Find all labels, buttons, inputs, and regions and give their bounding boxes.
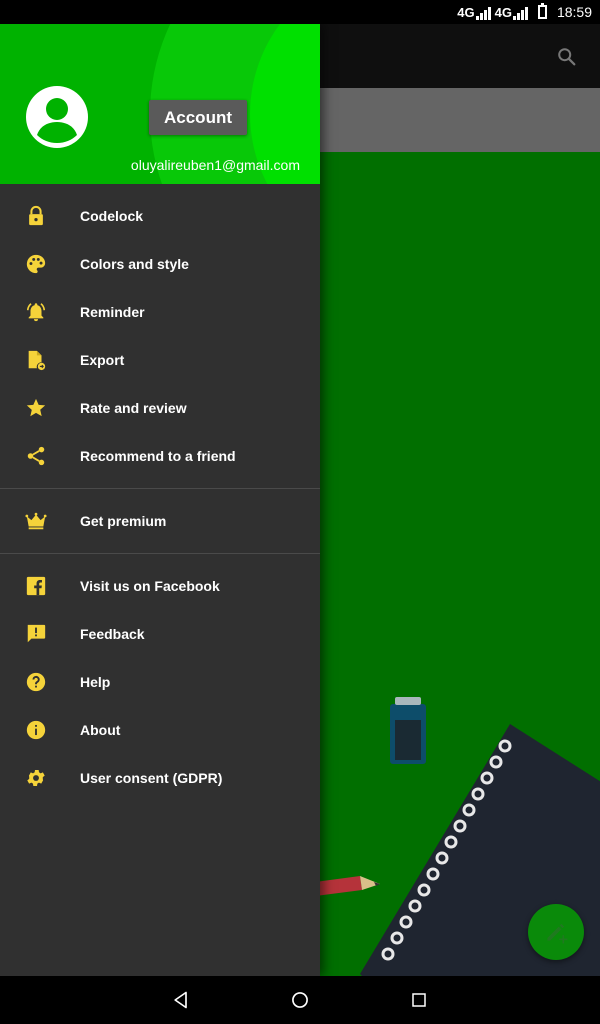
home-button[interactable] bbox=[288, 988, 312, 1012]
menu-item-label: Codelock bbox=[80, 208, 144, 224]
palette-icon bbox=[24, 252, 48, 276]
recents-square-icon bbox=[412, 993, 426, 1007]
network-indicator-2: 4G bbox=[495, 5, 528, 20]
menu-group-main: Codelock Colors and style Reminder Expor… bbox=[0, 184, 320, 480]
menu-item-label: Rate and review bbox=[80, 400, 187, 416]
menu-item-rate-and-review[interactable]: Rate and review bbox=[0, 384, 320, 432]
status-bar: 4G 4G 18:59 bbox=[0, 0, 600, 24]
export-file-icon bbox=[24, 348, 48, 372]
back-button[interactable] bbox=[169, 988, 193, 1012]
crown-icon bbox=[24, 509, 48, 533]
back-triangle-icon bbox=[174, 991, 187, 1009]
drawer-header: Account oluyalireuben1@gmail.com bbox=[0, 24, 320, 184]
menu-divider bbox=[0, 488, 320, 489]
clock: 18:59 bbox=[556, 4, 592, 20]
menu-item-label: Visit us on Facebook bbox=[80, 578, 220, 594]
info-icon bbox=[24, 718, 48, 742]
menu-item-label: Export bbox=[80, 352, 125, 368]
menu-item-label: About bbox=[80, 722, 121, 738]
menu-item-colors-and-style[interactable]: Colors and style bbox=[0, 240, 320, 288]
menu-divider bbox=[0, 553, 320, 554]
avatar[interactable] bbox=[26, 86, 88, 148]
system-nav-bar bbox=[0, 976, 600, 1024]
screen: 4G 4G 18:59 Account oluyalireuben1@gmail… bbox=[0, 0, 600, 1024]
bell-icon bbox=[24, 300, 48, 324]
menu-item-user-consent-gdpr[interactable]: User consent (GDPR) bbox=[0, 754, 320, 802]
network-type-label: 4G bbox=[494, 4, 512, 20]
share-icon bbox=[24, 444, 48, 468]
signal-icon bbox=[475, 6, 491, 20]
network-indicator-1: 4G bbox=[457, 4, 491, 20]
menu-item-label: Colors and style bbox=[80, 256, 189, 272]
menu-item-about[interactable]: About bbox=[0, 706, 320, 754]
menu-item-feedback[interactable]: Feedback bbox=[0, 610, 320, 658]
menu-item-label: Get premium bbox=[80, 513, 167, 529]
battery-icon bbox=[537, 3, 547, 19]
facebook-icon bbox=[24, 574, 48, 598]
menu-item-label: Recommend to a friend bbox=[80, 448, 236, 464]
menu-item-reminder[interactable]: Reminder bbox=[0, 288, 320, 336]
search-icon[interactable] bbox=[556, 46, 578, 68]
gear-icon bbox=[24, 766, 48, 790]
recents-button[interactable] bbox=[407, 988, 431, 1012]
edit-pencil-icon bbox=[547, 923, 568, 944]
feedback-icon bbox=[24, 622, 48, 646]
menu-item-help[interactable]: Help bbox=[0, 658, 320, 706]
star-icon bbox=[24, 396, 48, 420]
signal-icon bbox=[512, 6, 528, 20]
menu-item-label: Help bbox=[80, 674, 111, 690]
account-button[interactable]: Account bbox=[149, 100, 247, 135]
lock-icon bbox=[24, 204, 48, 228]
menu-item-export[interactable]: Export bbox=[0, 336, 320, 384]
user-avatar-icon bbox=[37, 98, 77, 143]
menu-item-label: Reminder bbox=[80, 304, 145, 320]
menu-item-label: Feedback bbox=[80, 626, 145, 642]
network-type-label: 4G bbox=[457, 4, 475, 20]
menu-item-codelock[interactable]: Codelock bbox=[0, 192, 320, 240]
menu-group-premium: Get premium bbox=[0, 497, 320, 545]
add-note-button[interactable] bbox=[528, 904, 584, 960]
menu-item-recommend-to-a-friend[interactable]: Recommend to a friend bbox=[0, 432, 320, 480]
menu-item-get-premium[interactable]: Get premium bbox=[0, 497, 320, 545]
menu-group-info: Visit us on Facebook Feedback Help About… bbox=[0, 562, 320, 802]
home-circle-icon bbox=[292, 992, 308, 1008]
menu-item-visit-us-on-facebook[interactable]: Visit us on Facebook bbox=[0, 562, 320, 610]
account-email: oluyalireuben1@gmail.com bbox=[130, 157, 300, 173]
menu-item-label: User consent (GDPR) bbox=[80, 770, 223, 786]
help-icon bbox=[24, 670, 48, 694]
navigation-drawer: Account oluyalireuben1@gmail.com Codeloc… bbox=[0, 24, 320, 976]
